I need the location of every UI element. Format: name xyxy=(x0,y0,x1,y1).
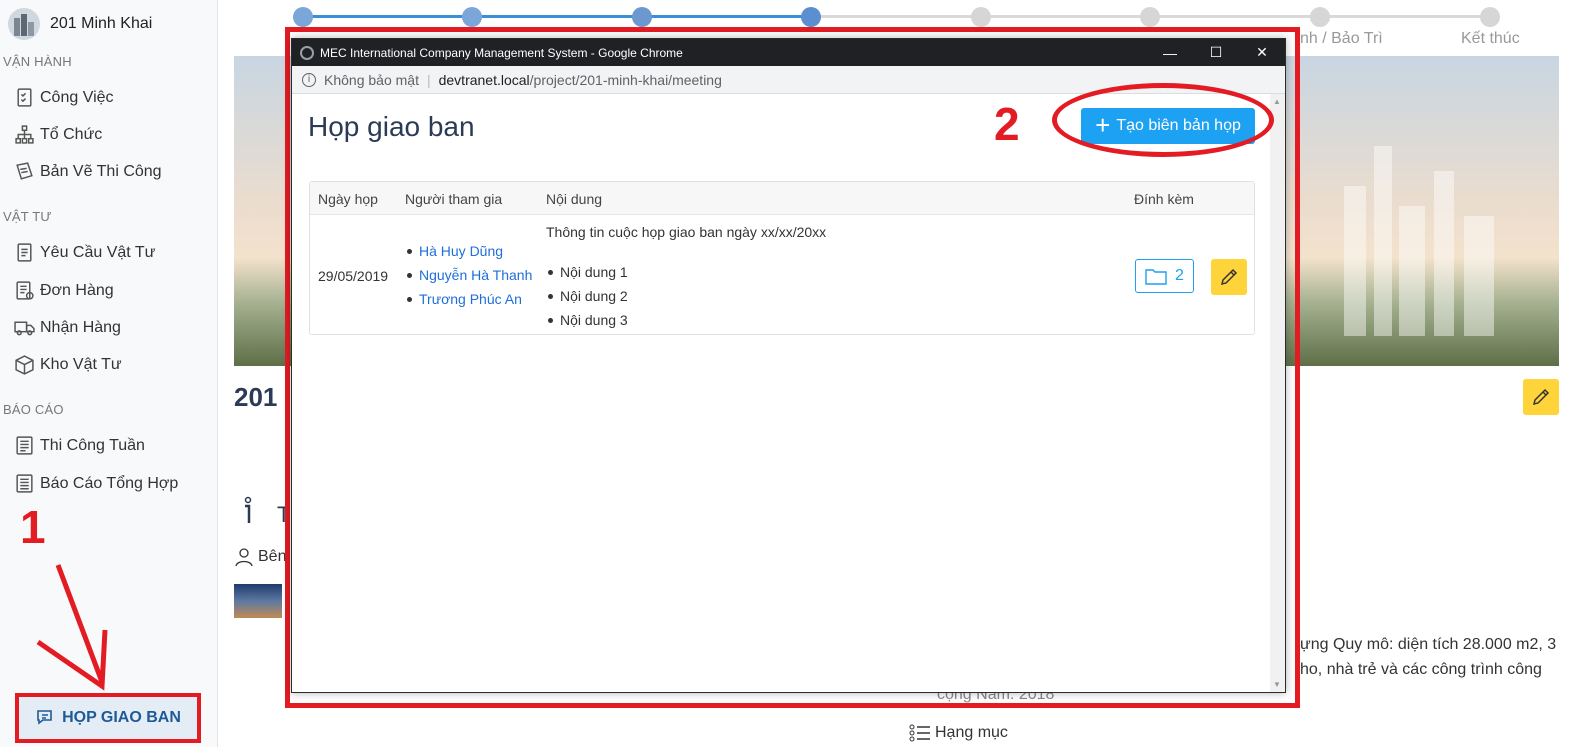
maximize-button[interactable]: ☐ xyxy=(1193,39,1239,66)
stepper-dot[interactable] xyxy=(462,7,482,27)
project-description-line: ựng Quy mô: diện tích 28.000 m2, 3 xyxy=(1300,636,1557,653)
attachments-count: 2 xyxy=(1175,267,1184,284)
content-item: Nội dung 2 xyxy=(546,284,628,308)
category-label: Hạng mục xyxy=(935,724,1008,741)
close-button[interactable]: ✕ xyxy=(1239,39,1285,66)
annotation-oval xyxy=(1052,83,1274,157)
info-icon xyxy=(244,496,252,523)
sidebar-item-label: Yêu Cầu Vật Tư xyxy=(40,243,156,261)
project-avatar xyxy=(8,8,40,40)
meeting-nav-button[interactable]: HỌP GIAO BAN xyxy=(15,693,201,743)
section-title-materials: VẬT TƯ xyxy=(3,209,52,224)
content-item: Nội dung 3 xyxy=(546,308,628,332)
stepper-dot[interactable] xyxy=(632,7,652,27)
checklist-icon xyxy=(17,88,32,107)
column-header-participants[interactable]: Người tham gia xyxy=(405,191,502,207)
section-title-reports: BÁO CÁO xyxy=(3,402,64,417)
column-header-date[interactable]: Ngày họp xyxy=(318,191,378,207)
sidebar-item-label: Kho Vật Tư xyxy=(40,355,122,373)
folder-icon xyxy=(1145,269,1167,285)
sidebar-item-tasks[interactable]: Công Việc xyxy=(14,87,114,108)
participant-link[interactable]: Trương Phúc An xyxy=(405,287,532,311)
org-chart-icon xyxy=(15,125,34,144)
box-icon xyxy=(15,355,34,375)
stepper-progress-line xyxy=(303,15,811,18)
section-title-operations: VẬN HÀNH xyxy=(3,54,72,69)
sidebar-item-warehouse[interactable]: Kho Vật Tư xyxy=(14,354,122,375)
stepper-label-maintenance: nh / Bảo Trì xyxy=(1300,30,1383,47)
browser-window: MEC International Company Management Sys… xyxy=(291,38,1286,693)
sidebar-item-drawings[interactable]: Bản Vẽ Thi Công xyxy=(14,161,162,182)
list-icon xyxy=(909,724,930,742)
project-description-line: ho, nhà trẻ và các công trình công xyxy=(1300,661,1542,678)
url-path: /project/201-minh-khai/meeting xyxy=(529,71,722,88)
content-title: Thông tin cuộc họp giao ban ngày xx/xx/2… xyxy=(546,224,827,240)
pencil-icon xyxy=(1220,268,1238,286)
sidebar-item-label: Thi Công Tuần xyxy=(40,436,145,454)
blueprint-icon xyxy=(16,162,33,180)
sidebar-item-organization[interactable]: Tổ Chức xyxy=(14,124,102,145)
vertical-scrollbar[interactable]: ▲ ▼ xyxy=(1270,94,1285,692)
browser-titlebar[interactable]: MEC International Company Management Sys… xyxy=(292,39,1285,66)
url-host: devtranet.local xyxy=(438,71,530,88)
column-header-attachments[interactable]: Đính kèm xyxy=(1134,191,1194,207)
sidebar-item-summary-report[interactable]: Báo Cáo Tổng Hợp xyxy=(14,473,178,494)
meeting-date: 29/05/2019 xyxy=(318,268,389,284)
sidebar-item-label: Tổ Chức xyxy=(40,125,103,143)
table-header: Ngày họp Người tham gia Nội dung Đính kè… xyxy=(310,182,1254,215)
participant-list: Hà Huy Dũng Nguyễn Hà Thanh Trương Phúc … xyxy=(405,239,532,311)
pencil-icon xyxy=(1532,388,1550,406)
edit-project-button[interactable] xyxy=(1523,379,1559,415)
report-icon xyxy=(16,436,33,455)
truck-icon xyxy=(14,321,35,336)
order-icon xyxy=(16,281,34,300)
project-thumbnail[interactable] xyxy=(234,584,282,618)
content-list: Nội dung 1 Nội dung 2 Nội dung 3 xyxy=(546,260,628,332)
stepper-dot[interactable] xyxy=(1480,7,1500,27)
stepper-dot[interactable] xyxy=(1310,7,1330,27)
stepper-dot[interactable] xyxy=(971,7,991,27)
project-name: 201 Minh Khai xyxy=(50,15,153,32)
meeting-nav-label: HỌP GIAO BAN xyxy=(62,709,181,726)
chat-bubbles-icon xyxy=(37,710,52,725)
chrome-logo-icon xyxy=(300,45,314,60)
annotation-arrow-icon xyxy=(36,564,108,691)
window-title: MEC International Company Management Sys… xyxy=(320,45,683,60)
column-header-content[interactable]: Nội dung xyxy=(546,191,602,207)
sidebar-item-receiving[interactable]: Nhận Hàng xyxy=(14,317,121,338)
users-icon xyxy=(235,548,253,567)
security-info-icon[interactable]: i xyxy=(302,72,316,87)
sidebar-item-label: Báo Cáo Tổng Hợp xyxy=(40,474,179,492)
annotation-step-2: 2 xyxy=(994,98,1020,150)
stepper-label-finish: Kết thúc xyxy=(1461,30,1520,47)
attachments-button[interactable]: 2 xyxy=(1135,259,1194,293)
participant-link[interactable]: Hà Huy Dũng xyxy=(405,239,532,263)
stepper-dot[interactable] xyxy=(293,7,313,27)
content-item: Nội dung 1 xyxy=(546,260,628,284)
document-icon xyxy=(17,243,32,262)
stepper-dot[interactable] xyxy=(1140,7,1160,27)
summary-report-icon xyxy=(16,474,33,493)
sidebar-item-label: Công Việc xyxy=(40,88,114,106)
category-heading: Hạng mục xyxy=(909,723,1008,743)
sidebar-item-label: Đơn Hàng xyxy=(40,281,114,299)
annotation-step-1: 1 xyxy=(20,501,46,553)
security-label: Không bảo mật xyxy=(324,71,419,88)
party-label: Bên xyxy=(258,548,287,565)
project-header[interactable]: 201 Minh Khai xyxy=(8,8,152,40)
page-title: Họp giao ban xyxy=(308,111,475,142)
sidebar-item-weekly-construction[interactable]: Thi Công Tuần xyxy=(14,435,145,456)
stepper-dot[interactable] xyxy=(801,7,821,27)
party-row: Bên xyxy=(234,547,286,567)
edit-meeting-button[interactable] xyxy=(1211,259,1247,295)
sidebar-item-label: Bản Vẽ Thi Công xyxy=(40,162,162,180)
meeting-table: Ngày họp Người tham gia Nội dung Đính kè… xyxy=(309,181,1255,335)
sidebar-item-label: Nhận Hàng xyxy=(40,318,121,336)
minimize-button[interactable]: — xyxy=(1147,39,1193,66)
participant-link[interactable]: Nguyễn Hà Thanh xyxy=(405,263,532,287)
sidebar-item-orders[interactable]: Đơn Hàng xyxy=(14,280,114,301)
sidebar-item-material-request[interactable]: Yêu Cầu Vật Tư xyxy=(14,242,155,263)
project-title: 201 xyxy=(234,382,278,412)
